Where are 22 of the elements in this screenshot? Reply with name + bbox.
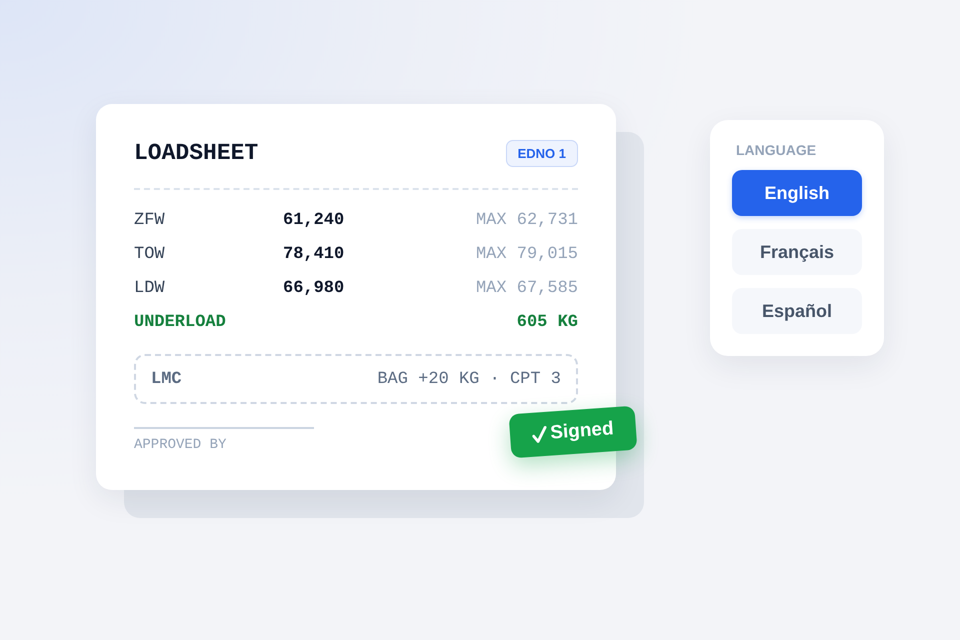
check-icon xyxy=(532,425,548,444)
edition-badge: EDNO 1 xyxy=(506,140,578,167)
language-option[interactable]: Français xyxy=(732,229,862,275)
underload-label: UNDERLOAD xyxy=(134,312,226,334)
weight-limit: MAX 62,731 xyxy=(476,210,578,232)
stamp-label: Signed xyxy=(550,418,614,445)
weight-label: TOW xyxy=(134,244,165,266)
lmc-detail: BAG +20 KG · CPT 3 xyxy=(377,370,561,388)
weight-value: 66,980 xyxy=(283,278,344,300)
weight-label: ZFW xyxy=(134,210,165,232)
underload-value: 605 KG xyxy=(516,312,578,334)
weight-limit: MAX 67,585 xyxy=(476,278,578,300)
loadsheet-title: LOADSHEET xyxy=(134,139,258,168)
weight-value: 61,240 xyxy=(283,210,344,232)
weight-limit: MAX 79,015 xyxy=(476,244,578,266)
language-heading: LANGUAGE xyxy=(736,142,816,158)
weight-label: LDW xyxy=(134,278,165,300)
weight-value: 78,410 xyxy=(283,244,344,266)
language-option[interactable]: English xyxy=(732,170,862,216)
lmc-label: LMC xyxy=(151,370,182,388)
language-option[interactable]: Español xyxy=(732,288,862,334)
approved-by-caption: APPROVED BY xyxy=(134,437,226,453)
